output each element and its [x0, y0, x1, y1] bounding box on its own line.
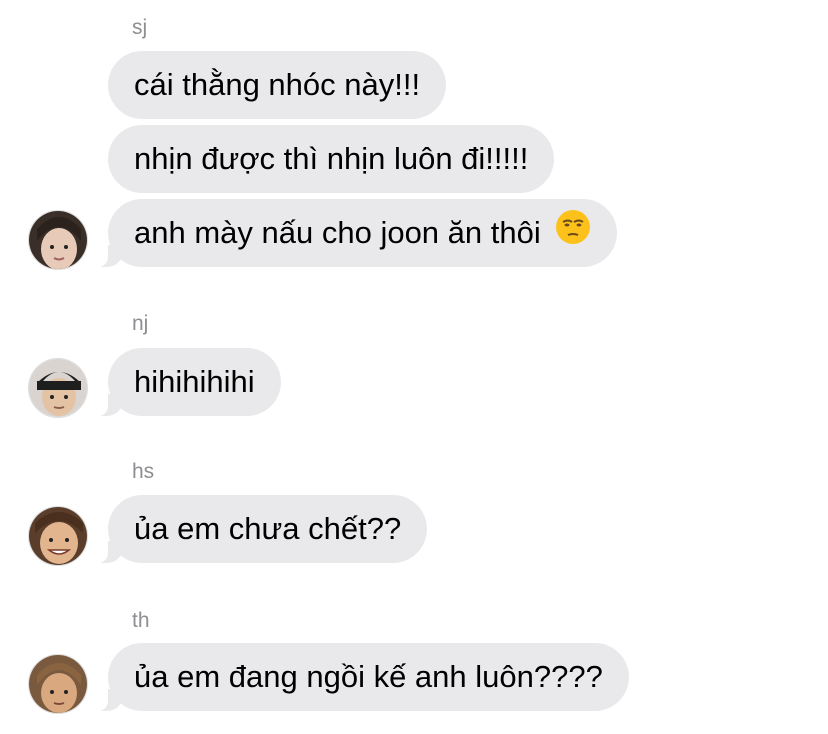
message-text: cái thằng nhóc này!!! — [134, 67, 421, 102]
sender-name-nj: nj — [132, 312, 149, 335]
message-bubble[interactable]: cái thằng nhóc này!!! — [108, 51, 447, 119]
avatar-th[interactable] — [28, 654, 88, 714]
avatar-sj[interactable] — [28, 210, 88, 270]
message-bubble[interactable]: hihihihihi — [96, 348, 281, 416]
message-text: nhịn được thì nhịn luôn đi!!!!! — [134, 141, 529, 176]
message-text: anh mày nấu cho joon ăn thôi — [134, 215, 541, 250]
sender-name-sj: sj — [132, 16, 148, 39]
sender-name-th: th — [132, 609, 150, 632]
message-text: ủa em chưa chết?? — [134, 511, 402, 546]
avatar-nj[interactable] — [28, 358, 88, 418]
sender-name-hs: hs — [132, 460, 155, 483]
unamused-face-icon — [555, 201, 591, 269]
message-bubble[interactable]: ủa em đang ngồi kế anh luôn???? — [96, 643, 629, 711]
avatar-hs[interactable] — [28, 506, 88, 566]
message-bubble[interactable]: ủa em chưa chết?? — [95, 495, 428, 563]
message-bubble[interactable]: anh mày nấu cho joon ăn thôi — [95, 199, 618, 269]
message-text: ủa em đang ngồi kế anh luôn???? — [134, 659, 603, 694]
message-bubble[interactable]: nhịn được thì nhịn luôn đi!!!!! — [108, 125, 555, 193]
message-text: hihihihihi — [134, 364, 255, 399]
